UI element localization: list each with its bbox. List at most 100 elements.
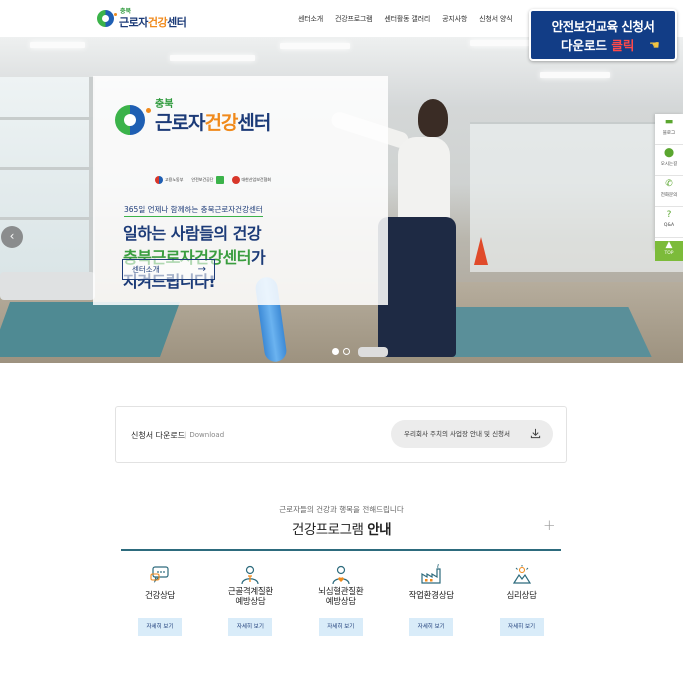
download-box: 신청서 다운로드 Download 우리회사 주치의 사업장 안내 및 신청서 — [115, 406, 567, 463]
logo-dot — [114, 13, 117, 16]
promo-line-2: 다운로드 클릭 — [561, 35, 634, 54]
window-bar — [0, 117, 95, 120]
download-icon — [530, 428, 541, 439]
headline-line-1: 일하는 사람들의 건강 — [123, 224, 262, 243]
person-shoe — [358, 347, 388, 357]
ceiling-light — [470, 40, 530, 46]
nav-item-health-program[interactable]: 건강프로그램 — [329, 14, 378, 24]
arrow-up-icon: ▲ — [665, 240, 673, 250]
kiha-logo-icon — [231, 176, 240, 184]
quick-label: TOP — [664, 251, 674, 256]
logo-title: 근로자건강센터 — [119, 14, 187, 30]
center-intro-button[interactable]: 센터소개 → — [122, 259, 215, 280]
quick-label: Q&A — [663, 223, 675, 228]
person-heart-icon — [332, 565, 350, 585]
program-detail-button[interactable]: 자세히 보기 — [228, 618, 273, 636]
program-detail-button[interactable]: 자세히 보기 — [318, 618, 363, 636]
download-subtitle: Download — [184, 431, 224, 439]
logo-title-part: 센터 — [167, 16, 187, 29]
exercise-bench — [0, 272, 95, 300]
nav-item-notice[interactable]: 공지사항 — [436, 14, 473, 24]
main-nav: 센터소개 건강프로그램 센터활동 갤러리 공지사항 신청서 양식 — [292, 14, 518, 24]
moel-logo-icon — [155, 176, 163, 184]
section-divider — [121, 549, 561, 551]
kosha-logo-icon — [215, 176, 224, 184]
hero-tagline: 365일 언제나 함께하는 충북근로자건강센터 — [124, 204, 263, 217]
logo-title-part: 근로자 — [119, 16, 148, 29]
site-logo[interactable]: 충북 근로자건강센터 — [97, 6, 197, 32]
partner-name: 안전보건공단 — [191, 177, 214, 182]
exercise-mat — [0, 302, 181, 357]
ceiling-light — [280, 43, 350, 49]
ceiling-light — [30, 42, 85, 48]
slider-dot-2[interactable] — [343, 348, 350, 355]
quick-menu: ▬ 블로그 ⬤ 오시는길 ✆ 전화문의 ? Q&A ▲ TOP — [655, 114, 683, 261]
slider-dot-1[interactable] — [332, 348, 339, 355]
location-icon: ⬤ — [663, 148, 675, 158]
person-bone-icon — [241, 565, 259, 585]
program-item: 건강상담 자세히 보기 — [115, 561, 205, 641]
promo-line-1: 안전보건교육 신청서 — [551, 19, 655, 34]
hero-logo: 충북 근로자건강센터 — [115, 95, 355, 135]
quick-location[interactable]: ⬤ 오시는길 — [655, 149, 683, 176]
hero-logo-part: 근로자 — [155, 112, 205, 134]
program-item: 근골격계질환 예방상담 자세히 보기 — [205, 561, 295, 641]
factory-icon — [421, 564, 441, 584]
programs-subtitle: 근로자들의 건강과 행복을 전해드립니다 — [279, 505, 404, 514]
partner-kosha: 안전보건공단 — [191, 176, 224, 184]
quick-phone[interactable]: ✆ 전화문의 — [655, 180, 683, 207]
program-item: 심리상담 자세히 보기 — [477, 561, 567, 641]
pointing-hand-icon: ☚ — [649, 38, 660, 52]
nav-item-forms[interactable]: 신청서 양식 — [473, 14, 518, 24]
program-list: 건강상담 자세히 보기 근골격계질환 예방상담 자세히 보기 뇌심혈관질환 예방상담… — [115, 561, 567, 641]
logo-title-highlight: 건강 — [147, 16, 168, 29]
mind-icon — [512, 565, 531, 584]
download-title: 신청서 다운로드 — [131, 431, 186, 440]
promo-download-text: 다운로드 — [561, 38, 608, 53]
person-head — [418, 99, 448, 137]
partner-logos: 고용노동부 안전보건공단 대한산업보건협회 — [155, 176, 271, 184]
hero-logo-part: 센터 — [237, 112, 271, 134]
programs-title-main: 건강프로그램 — [291, 522, 364, 538]
quick-qna[interactable]: ? Q&A — [655, 211, 683, 238]
chat-bubbles-icon — [150, 566, 169, 583]
program-detail-button[interactable]: 자세히 보기 — [499, 618, 544, 636]
hero-photo-glass — [470, 122, 683, 272]
center-intro-label: 센터소개 — [132, 265, 160, 274]
program-label: 근골격계질환 예방상담 — [227, 587, 273, 607]
program-detail-button[interactable]: 자세히 보기 — [409, 618, 454, 636]
arrow-right-icon: → — [197, 264, 206, 275]
chat-icon: ▬ — [664, 117, 674, 127]
phone-icon: ✆ — [665, 179, 673, 189]
slider-pagination — [332, 348, 350, 355]
company-doctor-download-button[interactable]: 우리회사 주치의 사업장 안내 및 신청서 — [391, 420, 553, 448]
quick-label: 블로그 — [662, 131, 676, 136]
question-icon: ? — [666, 210, 672, 220]
hero-photo-window — [0, 77, 95, 287]
chevron-left-icon: ‹ — [9, 229, 15, 243]
hero-logo-title: 근로자건강센터 — [155, 108, 271, 135]
logo-mark-icon — [115, 105, 145, 135]
slider-prev-button[interactable]: ‹ — [1, 226, 23, 248]
download-button-label: 우리회사 주치의 사업장 안내 및 신청서 — [404, 430, 511, 438]
programs-title-bold: 안내 — [367, 522, 392, 538]
partner-moel: 고용노동부 — [155, 176, 183, 184]
quick-label: 전화문의 — [660, 193, 678, 198]
program-label: 뇌심혈관질환 예방상담 — [318, 587, 364, 607]
promo-click-text: 클릭 — [611, 38, 635, 53]
safety-education-download-banner[interactable]: 안전보건교육 신청서 다운로드 클릭 ☚ — [529, 9, 677, 61]
ceiling-light — [170, 55, 255, 61]
hero-logo-highlight: 건강 — [204, 112, 238, 134]
quick-blog[interactable]: ▬ 블로그 — [655, 118, 683, 145]
program-item: 뇌심혈관질환 예방상담 자세히 보기 — [296, 561, 386, 641]
nav-item-center-intro[interactable]: 센터소개 — [292, 14, 329, 24]
quick-label: 오시는길 — [660, 162, 678, 167]
window-bar — [0, 167, 95, 170]
quick-top[interactable]: ▲ TOP — [655, 241, 683, 261]
plus-icon[interactable]: + — [543, 516, 556, 534]
logo-dot — [146, 108, 151, 113]
program-detail-button[interactable]: 자세히 보기 — [138, 618, 182, 636]
partner-name: 고용노동부 — [165, 177, 184, 182]
traffic-cone — [474, 237, 488, 265]
nav-item-gallery[interactable]: 센터활동 갤러리 — [378, 14, 436, 24]
